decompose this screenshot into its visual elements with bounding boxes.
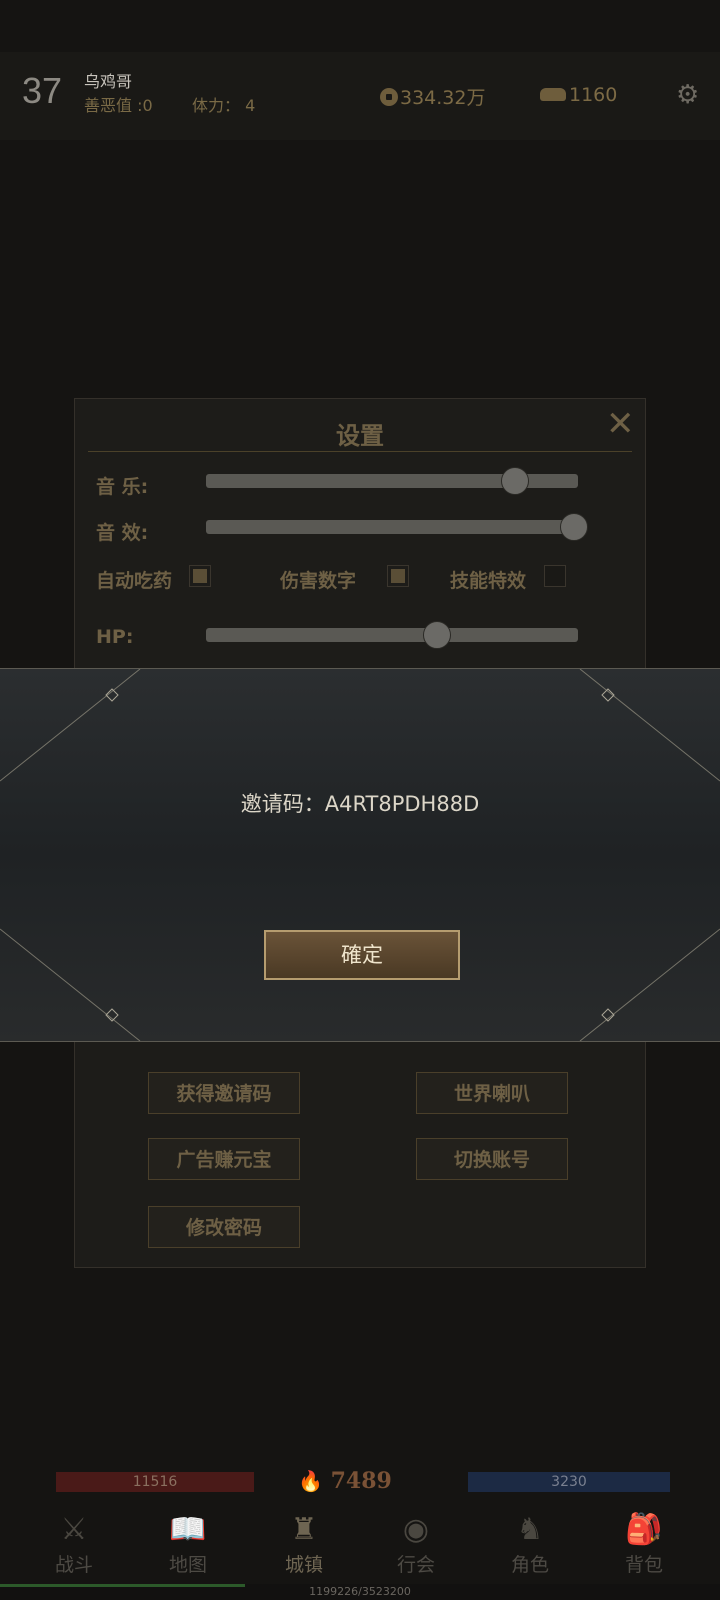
music-slider[interactable] [206,467,578,495]
player-level: 37 [22,70,63,111]
nav-label: 地图 [168,1554,207,1576]
dialog-ornament [0,669,720,1041]
nav-label: 角色 [510,1554,549,1576]
flame-icon: 🔥 [298,1469,323,1493]
ingot-balance: 1160 [540,84,617,106]
auto-potion-label: 自动吃药 [96,570,173,592]
change-password-button[interactable]: 修改密码 [148,1206,300,1248]
ingot-icon [540,88,566,101]
crossed-swords-icon: ⚔ [60,1512,88,1547]
guild-eye-icon: ◉ [402,1512,430,1547]
settings-title: 设置 [336,422,384,450]
invite-dialog [0,668,720,1042]
nav-map[interactable]: 📖 地图 [138,1512,238,1577]
ingot-amount: 1160 [569,84,618,106]
slider-knob[interactable] [422,621,451,649]
karma-value: 善恶值 :0 [84,96,153,115]
hp-bar: 11516 [56,1472,254,1492]
nav-label: 战斗 [54,1554,93,1576]
nav-backpack[interactable]: 🎒 背包 [594,1512,694,1577]
nav-label: 行会 [396,1554,435,1576]
hp-label: HP: [96,626,134,648]
switch-account-button[interactable]: 切换账号 [416,1138,568,1180]
nav-guild[interactable]: ◉ 行会 [366,1512,466,1577]
exp-text: 1199226/3523200 [309,1585,411,1598]
gear-icon[interactable]: ⚙ [676,80,699,110]
slider-track [206,628,578,642]
town-icon: ♜ [290,1512,318,1547]
hp-threshold-slider[interactable] [206,621,578,649]
book-map-icon: 📖 [169,1512,207,1547]
skill-effects-checkbox[interactable] [544,565,566,587]
player-name: 乌鸡哥 [84,72,133,91]
combat-power-value: 7489 [330,1468,392,1494]
sfx-slider[interactable] [206,513,588,541]
music-label: 音 乐: [96,476,149,498]
mp-bar: 3230 [468,1472,670,1492]
slider-track [206,520,578,534]
auto-potion-checkbox[interactable] [189,565,211,587]
nav-label: 背包 [624,1554,663,1576]
sfx-label: 音 效: [96,522,149,544]
slider-knob[interactable] [560,513,588,541]
coin-amount: 334.32万 [400,87,486,109]
get-invite-code-button[interactable]: 获得邀请码 [148,1072,300,1114]
damage-numbers-checkbox[interactable] [387,565,409,587]
nav-battle[interactable]: ⚔ 战斗 [24,1512,124,1577]
combat-power: 🔥 7489 [298,1468,392,1494]
invite-code-text: 邀请码：A4RT8PDH88D [240,792,480,816]
coin-balance: 334.32万 [380,83,485,110]
skill-effects-label: 技能特效 [450,570,527,592]
world-horn-button[interactable]: 世界喇叭 [416,1072,568,1114]
stamina-value: 体力： 4 [192,96,256,115]
nav-label: 城镇 [284,1554,323,1576]
nav-town[interactable]: ♜ 城镇 [254,1512,354,1577]
coin-icon [380,88,398,106]
nav-character[interactable]: ♞ 角色 [480,1512,580,1577]
character-armor-icon: ♞ [516,1512,544,1547]
damage-numbers-label: 伤害数字 [280,570,357,592]
backpack-icon: 🎒 [625,1512,663,1547]
close-icon[interactable]: ✕ [606,404,635,444]
slider-knob[interactable] [500,467,529,495]
confirm-button[interactable]: 確定 [264,930,460,980]
title-divider [88,451,632,452]
ad-earn-ingot-button[interactable]: 广告赚元宝 [148,1138,300,1180]
